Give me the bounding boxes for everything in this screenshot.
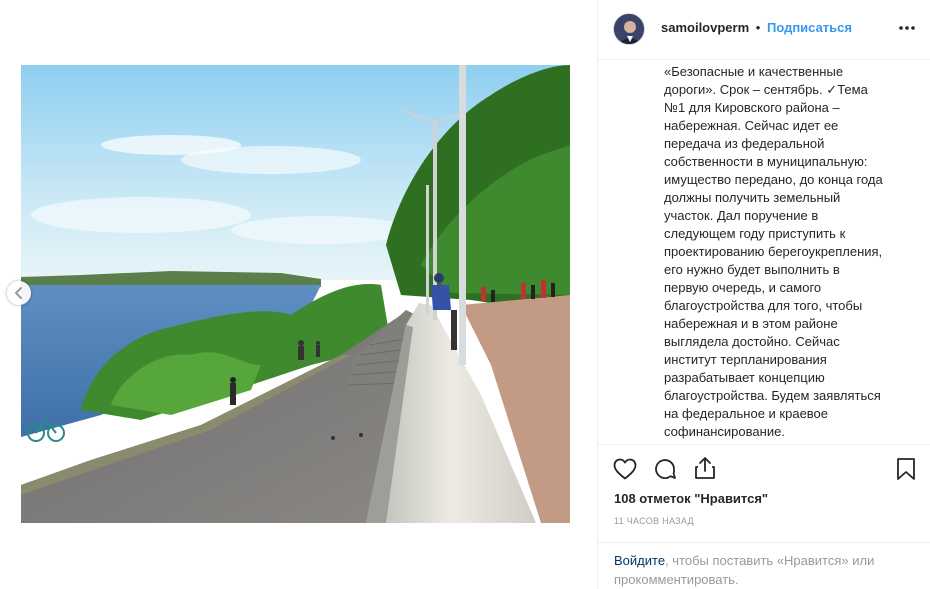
save-button[interactable] <box>893 456 919 482</box>
post-sidebar: samoilovperm • Подписаться «Безопасные и… <box>597 0 930 589</box>
post-header: samoilovperm • Подписаться <box>598 0 930 60</box>
caption-area: «Безопасные и качественные дороги». Срок… <box>598 60 930 443</box>
comment-button[interactable] <box>652 456 678 482</box>
login-prompt: Войдите, чтобы поставить «Нравится» или … <box>598 542 930 589</box>
more-options-icon <box>899 26 915 30</box>
embankment-photo <box>21 65 570 523</box>
follow-button[interactable]: Подписаться <box>767 20 852 35</box>
bookmark-icon <box>897 458 915 480</box>
post-photo[interactable] <box>21 65 570 523</box>
header-separator: • <box>755 20 761 35</box>
chevron-left-icon <box>15 287 22 299</box>
avatar[interactable] <box>613 13 645 45</box>
likes-count[interactable]: 108 отметок "Нравится" <box>614 491 768 506</box>
share-icon <box>695 457 715 479</box>
header-text: samoilovperm • Подписаться <box>661 20 852 35</box>
caption-text: «Безопасные и качественные дороги». Срок… <box>664 64 883 439</box>
actions-section: 108 отметок "Нравится" 11 часов назад Во… <box>598 444 930 589</box>
previous-image-button[interactable] <box>7 281 31 305</box>
share-button[interactable] <box>692 455 718 481</box>
more-options-button[interactable] <box>897 18 917 38</box>
login-link[interactable]: Войдите <box>614 553 665 568</box>
like-button[interactable] <box>612 456 638 482</box>
post-timestamp[interactable]: 11 часов назад <box>614 516 694 526</box>
comment-icon <box>655 459 676 479</box>
username-link[interactable]: samoilovperm <box>661 20 749 35</box>
avatar-image <box>614 14 644 44</box>
heart-icon <box>613 458 637 480</box>
media-pane <box>0 0 597 589</box>
